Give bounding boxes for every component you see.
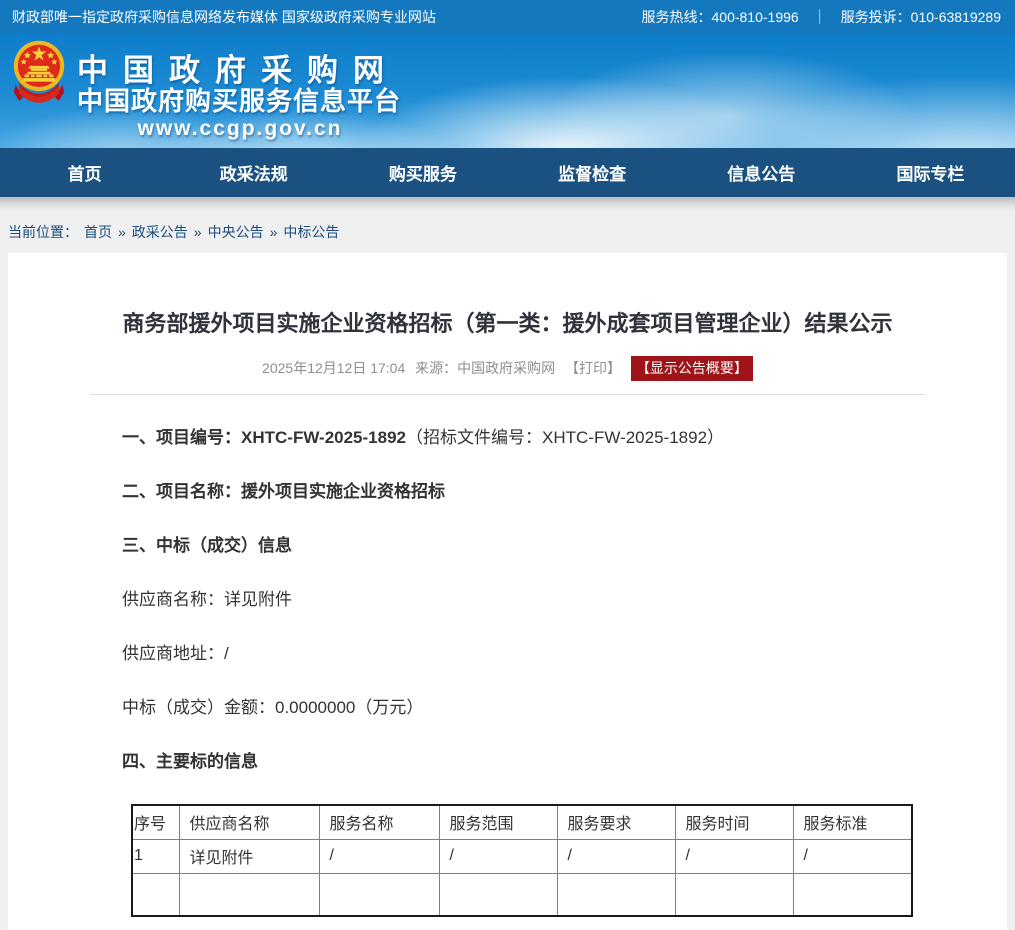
breadcrumb-award-notices[interactable]: 中标公告 bbox=[283, 222, 339, 242]
site-url: www.ccgp.gov.cn bbox=[77, 116, 403, 141]
supplier-address-line: 供应商地址：/ bbox=[122, 642, 967, 665]
project-name-line: 二、项目名称：援外项目实施企业资格招标 bbox=[122, 480, 967, 503]
service-complaint: 服务投诉：010-63819289 bbox=[841, 7, 1001, 27]
article-source: 来源：中国政府采购网 bbox=[415, 360, 555, 376]
cell-empty bbox=[675, 873, 793, 916]
breadcrumb-separator: » bbox=[118, 224, 126, 240]
table-row: 1 详见附件 / / / / / bbox=[132, 839, 912, 873]
article-meta: 2025年12月12日 17:04 来源：中国政府采购网 【打印】 【显示公告概… bbox=[8, 356, 1007, 381]
award-amount-line: 中标（成交）金额：0.0000000（万元） bbox=[122, 696, 967, 719]
cell-service-requirements: / bbox=[557, 839, 675, 873]
nav-item-international[interactable]: 国际专栏 bbox=[846, 148, 1015, 197]
breadcrumb-separator: » bbox=[270, 224, 278, 240]
breadcrumb: 当前位置： 首页 » 政采公告 » 中央公告 » 中标公告 bbox=[0, 211, 1015, 253]
nav-shadow-strip bbox=[0, 197, 1015, 211]
article-panel: 商务部援外项目实施企业资格招标（第一类：援外成套项目管理企业）结果公示 2025… bbox=[8, 253, 1007, 930]
title-divider bbox=[90, 394, 925, 395]
site-slogan: 财政部唯一指定政府采购信息网络发布媒体 国家级政府采购专业网站 bbox=[12, 7, 436, 27]
breadcrumb-label: 当前位置： bbox=[8, 222, 78, 242]
service-hotline: 服务热线：400-810-1996 bbox=[642, 7, 799, 27]
table-row-empty bbox=[132, 873, 912, 916]
nav-item-supervision[interactable]: 监督检查 bbox=[508, 148, 677, 197]
cell-serial: 1 bbox=[132, 839, 179, 873]
col-header-serial: 序号 bbox=[132, 805, 179, 839]
project-number-line: 一、项目编号：XHTC-FW-2025-1892（招标文件编号：XHTC-FW-… bbox=[122, 426, 967, 449]
site-header-banner: 中国政府采购网 中国政府购买服务信息平台 www.ccgp.gov.cn bbox=[0, 33, 1015, 148]
top-utility-bar: 财政部唯一指定政府采购信息网络发布媒体 国家级政府采购专业网站 服务热线：400… bbox=[0, 0, 1015, 33]
print-button[interactable]: 【打印】 bbox=[565, 360, 621, 376]
site-subtitle: 中国政府购买服务信息平台 bbox=[77, 87, 403, 116]
publish-datetime: 2025年12月12日 17:04 bbox=[262, 360, 405, 376]
supplier-name-line: 供应商名称：详见附件 bbox=[122, 588, 967, 611]
col-header-service-time: 服务时间 bbox=[675, 805, 793, 839]
col-header-service-standard: 服务标准 bbox=[793, 805, 912, 839]
nav-item-regulations[interactable]: 政采法规 bbox=[169, 148, 338, 197]
china-national-emblem-icon bbox=[12, 38, 66, 115]
main-navigation: 首页 政采法规 购买服务 监督检查 信息公告 国际专栏 bbox=[0, 148, 1015, 197]
table-header-row: 序号 供应商名称 服务名称 服务范围 服务要求 服务时间 服务标准 bbox=[132, 805, 912, 839]
main-subject-heading: 四、主要标的信息 bbox=[122, 750, 967, 773]
col-header-service-scope: 服务范围 bbox=[439, 805, 557, 839]
site-logo[interactable]: 中国政府采购网 中国政府购买服务信息平台 www.ccgp.gov.cn bbox=[77, 55, 403, 141]
nav-item-purchase-services[interactable]: 购买服务 bbox=[338, 148, 507, 197]
col-header-service-name: 服务名称 bbox=[319, 805, 439, 839]
cell-service-time: / bbox=[675, 839, 793, 873]
award-info-heading: 三、中标（成交）信息 bbox=[122, 534, 967, 557]
cell-empty bbox=[793, 873, 912, 916]
article-body: 一、项目编号：XHTC-FW-2025-1892（招标文件编号：XHTC-FW-… bbox=[8, 426, 1007, 773]
col-header-supplier: 供应商名称 bbox=[179, 805, 319, 839]
cell-empty bbox=[439, 873, 557, 916]
cell-empty bbox=[179, 873, 319, 916]
breadcrumb-central-notices[interactable]: 中央公告 bbox=[208, 222, 264, 242]
col-header-service-requirements: 服务要求 bbox=[557, 805, 675, 839]
page-title: 商务部援外项目实施企业资格招标（第一类：援外成套项目管理企业）结果公示 bbox=[8, 253, 1007, 339]
breadcrumb-home[interactable]: 首页 bbox=[84, 222, 112, 242]
cell-service-name: / bbox=[319, 839, 439, 873]
show-summary-button[interactable]: 【显示公告概要】 bbox=[631, 356, 753, 381]
cell-empty bbox=[319, 873, 439, 916]
cell-supplier: 详见附件 bbox=[179, 839, 319, 873]
cell-service-scope: / bbox=[439, 839, 557, 873]
nav-item-announcements[interactable]: 信息公告 bbox=[677, 148, 846, 197]
cell-empty bbox=[132, 873, 179, 916]
hotline-separator: ｜ bbox=[813, 7, 827, 27]
breadcrumb-procurement-notices[interactable]: 政采公告 bbox=[132, 222, 188, 242]
site-name: 中国政府采购网 bbox=[77, 55, 403, 87]
breadcrumb-separator: » bbox=[194, 224, 202, 240]
main-subject-table: 序号 供应商名称 服务名称 服务范围 服务要求 服务时间 服务标准 1 详见附件… bbox=[131, 804, 913, 917]
cell-service-standard: / bbox=[793, 839, 912, 873]
cell-empty bbox=[557, 873, 675, 916]
nav-item-home[interactable]: 首页 bbox=[0, 148, 169, 197]
